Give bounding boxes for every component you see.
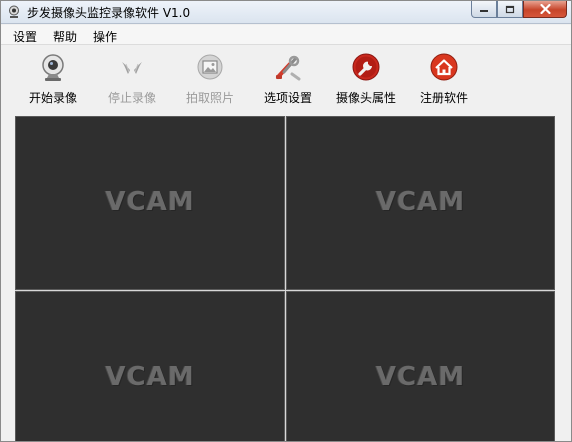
register-software-label: 注册软件: [419, 91, 468, 105]
home-icon: [430, 53, 458, 81]
register-software-button[interactable]: 注册软件: [409, 50, 479, 108]
webcam-icon: [42, 54, 64, 81]
minimize-button[interactable]: [471, 1, 497, 18]
maximize-icon: [505, 5, 515, 13]
camera-properties-button[interactable]: 摄像头属性: [331, 50, 401, 108]
window-controls: [471, 1, 567, 19]
vcam-logo: VCAM: [375, 187, 466, 217]
window-title: 步发摄像头监控录像软件 V1.0: [27, 6, 191, 20]
menu-operations[interactable]: 操作: [85, 25, 125, 44]
options-settings-label: 选项设置: [263, 91, 312, 105]
take-photo-label: 拍取照片: [185, 91, 234, 105]
stop-wings-icon: [122, 62, 142, 74]
app-webcam-icon: [9, 5, 19, 18]
menu-help[interactable]: 帮助: [45, 25, 85, 44]
toolbar: 开始录像 停止录像 拍取照片 选项设置 摄像头属性 注册软件: [1, 46, 571, 112]
stop-recording-label: 停止录像: [107, 91, 156, 105]
stop-recording-button[interactable]: 停止录像: [97, 50, 167, 108]
video-pane-1[interactable]: VCAM: [15, 116, 285, 290]
start-recording-label: 开始录像: [28, 91, 77, 105]
photo-icon: [197, 54, 223, 80]
minimize-icon: [480, 10, 488, 12]
menu-settings[interactable]: 设置: [5, 25, 45, 44]
vcam-logo: VCAM: [375, 362, 466, 392]
camera-properties-label: 摄像头属性: [335, 91, 396, 105]
video-grid: VCAM VCAM VCAM VCAM: [15, 116, 555, 441]
take-photo-button[interactable]: 拍取照片: [175, 50, 245, 108]
vcam-logo: VCAM: [105, 362, 195, 392]
video-pane-3[interactable]: VCAM: [15, 291, 285, 441]
title-bar[interactable]: 步发摄像头监控录像软件 V1.0: [1, 1, 571, 24]
close-button[interactable]: [523, 1, 567, 18]
menu-bar: 设置 帮助 操作: [1, 25, 571, 45]
video-pane-2[interactable]: VCAM: [286, 116, 555, 290]
close-icon: [539, 4, 551, 14]
start-recording-button[interactable]: 开始录像: [18, 50, 88, 108]
maximize-button[interactable]: [497, 1, 523, 18]
vcam-logo: VCAM: [105, 187, 195, 217]
wrench-icon: [352, 53, 380, 81]
video-pane-4[interactable]: VCAM: [286, 291, 555, 441]
app-window: 步发摄像头监控录像软件 V1.0 设置 帮助 操作 开始录像 停止录像 拍取照片…: [0, 0, 572, 442]
tools-icon: [276, 55, 301, 81]
options-settings-button[interactable]: 选项设置: [253, 50, 323, 108]
